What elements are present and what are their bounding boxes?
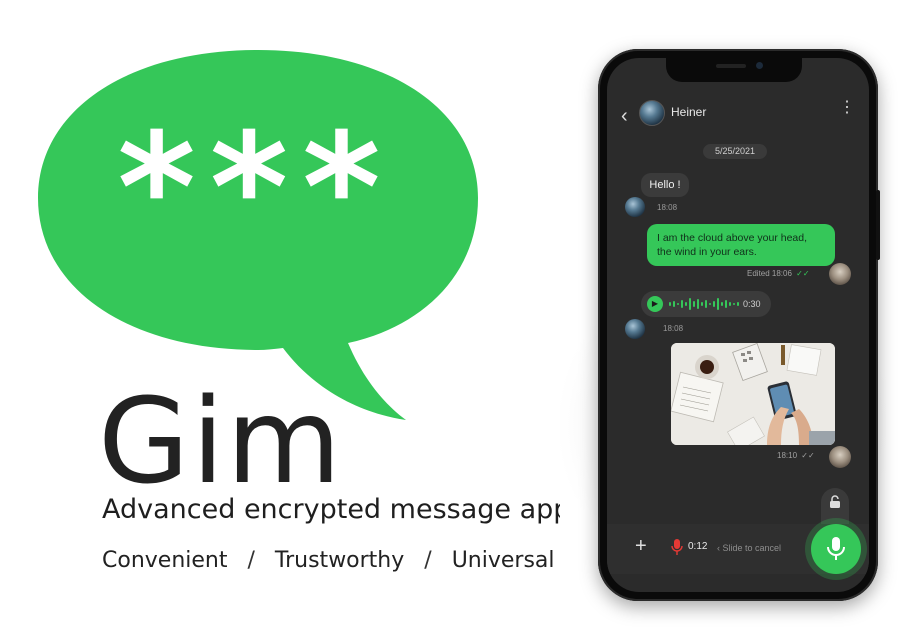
recording-mic-icon (671, 539, 683, 555)
more-vertical-icon[interactable]: ⋮ (839, 98, 855, 118)
message-time: 18:08 (663, 324, 684, 333)
voice-duration: 0:30 (743, 299, 761, 309)
message-status: 18:10 ✓✓ (777, 451, 815, 460)
microphone-icon[interactable] (811, 524, 861, 574)
incoming-message-bubble[interactable]: Hello ! (641, 173, 689, 197)
feature-item: Convenient (102, 548, 228, 573)
feature-separator: / (424, 548, 432, 573)
contact-name[interactable]: Heiner (671, 105, 706, 119)
slide-hint-text: Slide to cancel (722, 543, 782, 553)
message-time: 18:10 (777, 451, 798, 460)
photo-message[interactable] (671, 343, 835, 445)
app-name: Gim (98, 372, 344, 510)
double-check-icon: ✓✓ (796, 269, 810, 278)
logo-chat-bubble: *** (38, 50, 478, 420)
my-avatar (829, 263, 851, 285)
logo-asterisks: *** (117, 102, 394, 276)
double-check-icon: ✓✓ (801, 451, 815, 460)
feature-separator: / (247, 548, 255, 573)
feature-item: Trustworthy (274, 548, 405, 573)
waveform-icon (669, 298, 739, 310)
sender-avatar (625, 319, 645, 339)
play-icon[interactable]: ▶ (647, 296, 663, 312)
contact-avatar[interactable] (639, 100, 665, 126)
message-text-line: the wind in your ears. (657, 246, 757, 258)
my-avatar (829, 446, 851, 468)
sender-avatar (625, 197, 645, 217)
slide-to-cancel[interactable]: ‹ Slide to cancel (717, 543, 781, 553)
edited-time: Edited 18:06 (747, 269, 792, 278)
message-text-line: I am the cloud above your head, (657, 232, 808, 244)
feature-list: Convenient / Trustworthy / Universal / (102, 548, 582, 573)
plus-icon[interactable]: + (635, 536, 647, 556)
date-divider: 5/25/2021 (703, 144, 767, 159)
feature-item: Universal (451, 548, 555, 573)
message-status: Edited 18:06 ✓✓ (747, 269, 810, 278)
phone-camera (756, 62, 763, 69)
chat-screen: ‹ Heiner ⋮ 5/25/2021 Hello ! 18:08 I am … (607, 58, 869, 592)
app-tagline: Advanced encrypted message app (102, 494, 571, 525)
message-time: 18:08 (657, 203, 678, 212)
recording-time: 0:12 (688, 541, 708, 552)
chevron-left-icon[interactable]: ‹ (621, 106, 635, 126)
phone-speaker (716, 64, 746, 68)
outgoing-message-bubble[interactable]: I am the cloud above your head, the wind… (647, 224, 835, 266)
phone-side-button (876, 190, 880, 260)
phone-notch (666, 58, 802, 82)
